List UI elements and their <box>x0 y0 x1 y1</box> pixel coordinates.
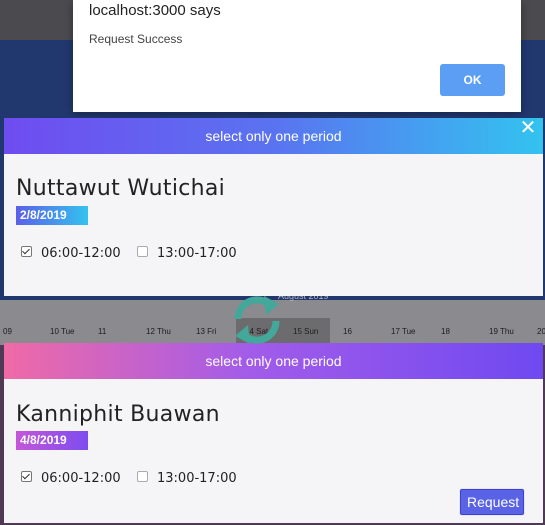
checkbox-unchecked[interactable] <box>137 246 148 257</box>
period-option-label: 13:00-17:00 <box>157 246 237 261</box>
period-select-modal: select only one period ✕ Nuttawut Wutich… <box>4 118 543 296</box>
calendar-day: 15 Sun <box>293 327 319 336</box>
alert-message: Request Success <box>89 32 183 46</box>
modal-header: select only one period ✕ <box>4 118 543 154</box>
close-icon[interactable]: ✕ <box>517 118 539 140</box>
checkbox-unchecked[interactable] <box>137 471 148 482</box>
period-option-label: 06:00-12:00 <box>41 246 121 261</box>
period-option-morning[interactable]: 06:00-12:00 <box>21 246 121 261</box>
alert-ok-button[interactable]: OK <box>440 64 505 96</box>
checkbox-checked[interactable] <box>21 246 32 257</box>
request-button[interactable]: Request <box>460 489 524 515</box>
period-option-afternoon[interactable]: 13:00-17:00 <box>137 471 237 486</box>
modal-header-title: select only one period <box>205 128 342 144</box>
calendar-day: 11 <box>98 327 107 336</box>
period-option-afternoon[interactable]: 13:00-17:00 <box>137 246 237 261</box>
calendar-day: 09 <box>3 327 12 336</box>
employee-name: Kanniphit Buawan <box>16 402 220 427</box>
calendar-day: 20 <box>537 327 545 336</box>
period-select-modal: select only one period Kanniphit Buawan … <box>4 343 543 523</box>
period-option-morning[interactable]: 06:00-12:00 <box>21 471 121 486</box>
period-option-label: 06:00-12:00 <box>41 471 121 486</box>
modal-header-title: select only one period <box>205 353 342 369</box>
modal-header: select only one period <box>4 343 543 379</box>
calendar-day: 16 <box>343 327 352 336</box>
sync-icon <box>226 293 288 347</box>
period-option-label: 13:00-17:00 <box>157 471 237 486</box>
checkbox-checked[interactable] <box>21 471 32 482</box>
date-badge: 2/8/2019 <box>16 206 88 225</box>
calendar-day: 13 Fri <box>196 327 217 336</box>
browser-alert-dialog: localhost:3000 says Request Success OK <box>73 0 521 112</box>
calendar-day: 10 Tue <box>50 327 75 336</box>
date-badge: 4/8/2019 <box>16 431 88 450</box>
calendar-day: 18 <box>441 327 450 336</box>
calendar-day: 17 Tue <box>391 327 416 336</box>
alert-title: localhost:3000 says <box>89 2 221 19</box>
calendar-day: 12 Thu <box>146 327 171 336</box>
calendar-day: 19 Thu <box>489 327 514 336</box>
employee-name: Nuttawut Wutichai <box>16 176 226 201</box>
